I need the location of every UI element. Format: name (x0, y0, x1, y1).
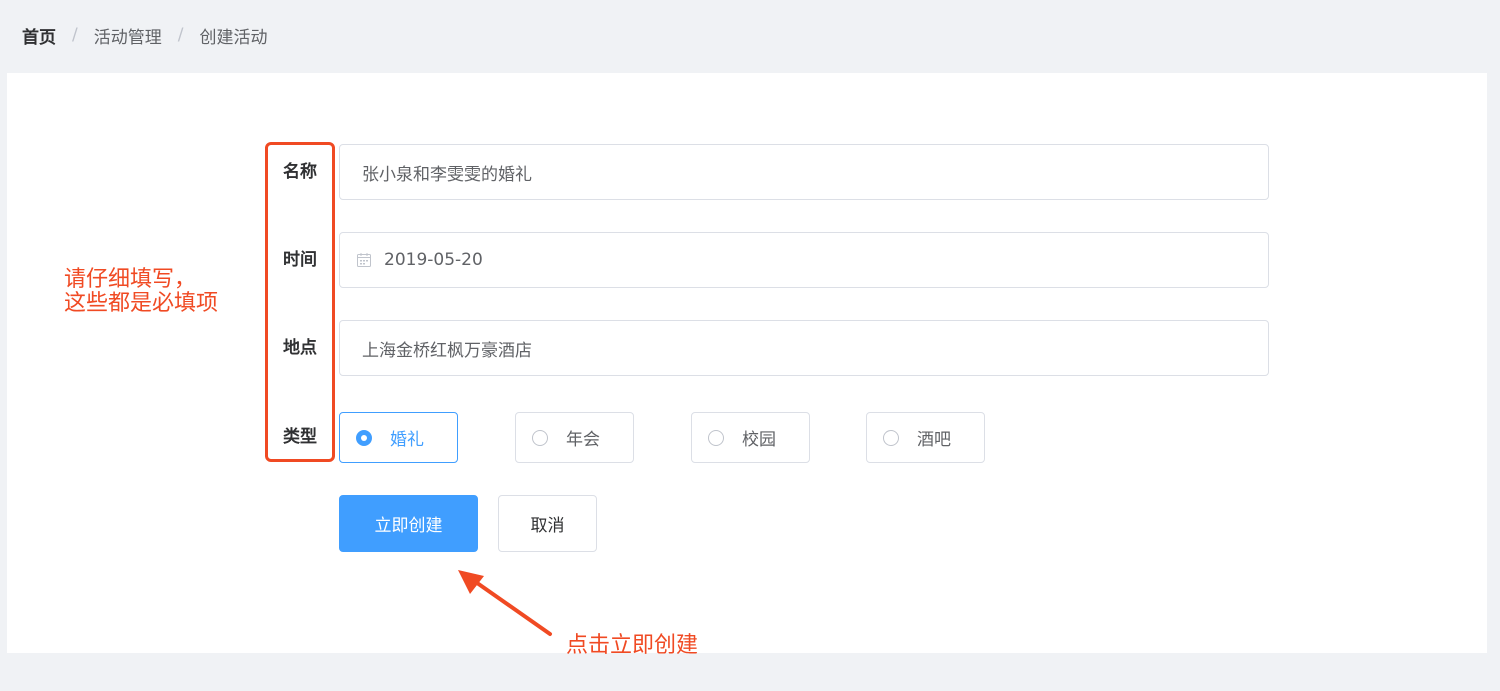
radio-unchecked-icon (883, 429, 899, 446)
radio-campus[interactable]: 校园 (691, 412, 810, 463)
breadcrumb-separator: / (72, 25, 78, 45)
breadcrumb-create-activity: 创建活动 (199, 27, 268, 48)
radio-unchecked-icon (532, 429, 548, 446)
radio-checked-icon (356, 429, 372, 446)
radio-unchecked-icon (708, 429, 724, 446)
breadcrumb-home[interactable]: 首页 (22, 23, 56, 48)
breadcrumb-separator: / (177, 25, 184, 45)
radio-annual-meeting[interactable]: 年会 (515, 412, 634, 463)
name-input[interactable]: 张小泉和李雯雯的婚礼 (339, 144, 1269, 200)
place-input[interactable]: 上海金桥红枫万豪酒店 (339, 320, 1269, 376)
radio-label: 酒吧 (917, 430, 951, 450)
place-input-value: 上海金桥红枫万豪酒店 (362, 340, 532, 361)
cancel-button[interactable]: 取消 (498, 495, 597, 552)
radio-label: 婚礼 (390, 430, 424, 450)
create-button[interactable]: 立即创建 (339, 495, 478, 552)
name-input-value: 张小泉和李雯雯的婚礼 (362, 164, 532, 185)
radio-label: 年会 (566, 430, 600, 450)
breadcrumb: 首页 / 活动管理 / 创建活动 (22, 22, 267, 48)
breadcrumb-activity-management[interactable]: 活动管理 (94, 23, 162, 48)
calendar-icon (356, 252, 372, 268)
radio-bar[interactable]: 酒吧 (866, 412, 985, 463)
arrow-icon (458, 570, 552, 636)
date-picker-input[interactable]: 2019-05-20 (339, 232, 1269, 288)
radio-wedding[interactable]: 婚礼 (339, 412, 458, 463)
date-value: 2019-05-20 (384, 250, 483, 270)
click-create-note: 点击立即创建 (566, 633, 699, 658)
required-fields-highlight-box (265, 142, 335, 462)
required-fields-note: 请仔细填写， 这些都是必填项 (64, 267, 219, 316)
radio-label: 校园 (742, 430, 776, 450)
